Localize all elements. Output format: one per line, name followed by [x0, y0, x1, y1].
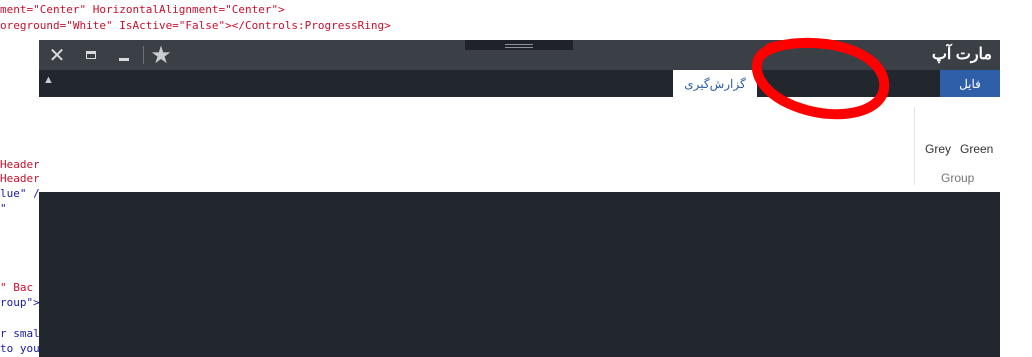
code-line: oreground="White" IsActive="False"></Con…	[0, 19, 391, 32]
grey-button[interactable]: Grey	[925, 142, 951, 156]
code-line: " Bac	[0, 281, 34, 294]
app-title: مارت آپ	[931, 46, 992, 63]
tab-file[interactable]: فایل	[940, 70, 1000, 97]
ribbon-tab-bar: ▲ گزارش‌گیری فایل	[39, 70, 1000, 97]
tab-report[interactable]: گزارش‌گیری	[673, 70, 757, 97]
tab-hidden-1[interactable]	[859, 70, 929, 97]
title-separator	[143, 46, 144, 64]
code-line: ment="Center" HorizontalAlignment="Cente…	[0, 3, 285, 16]
code-line: Header	[0, 158, 40, 171]
app-window: ✕ ★ مارت آپ ▲ گزارش‌گیری فایل Grey Green…	[39, 40, 1000, 357]
maximize-icon[interactable]	[77, 43, 105, 67]
close-icon[interactable]: ✕	[43, 43, 71, 67]
drag-handle[interactable]	[465, 40, 573, 50]
green-button[interactable]: Green	[960, 142, 993, 156]
tab-hidden-2[interactable]	[779, 70, 857, 97]
ribbon-group-label: Group	[941, 171, 975, 185]
ribbon-group-separator	[914, 107, 915, 185]
code-line: r smal	[0, 327, 40, 340]
chevron-up-icon[interactable]: ▲	[43, 74, 54, 86]
code-line: Header	[0, 172, 40, 185]
minimize-icon[interactable]	[110, 43, 138, 67]
star-icon[interactable]: ★	[146, 42, 176, 69]
ribbon-panel: Grey Green Group	[39, 97, 1000, 192]
title-bar[interactable]: ✕ ★ مارت آپ	[39, 40, 1000, 70]
code-line: "	[0, 202, 7, 215]
code-line: roup">	[0, 296, 40, 309]
